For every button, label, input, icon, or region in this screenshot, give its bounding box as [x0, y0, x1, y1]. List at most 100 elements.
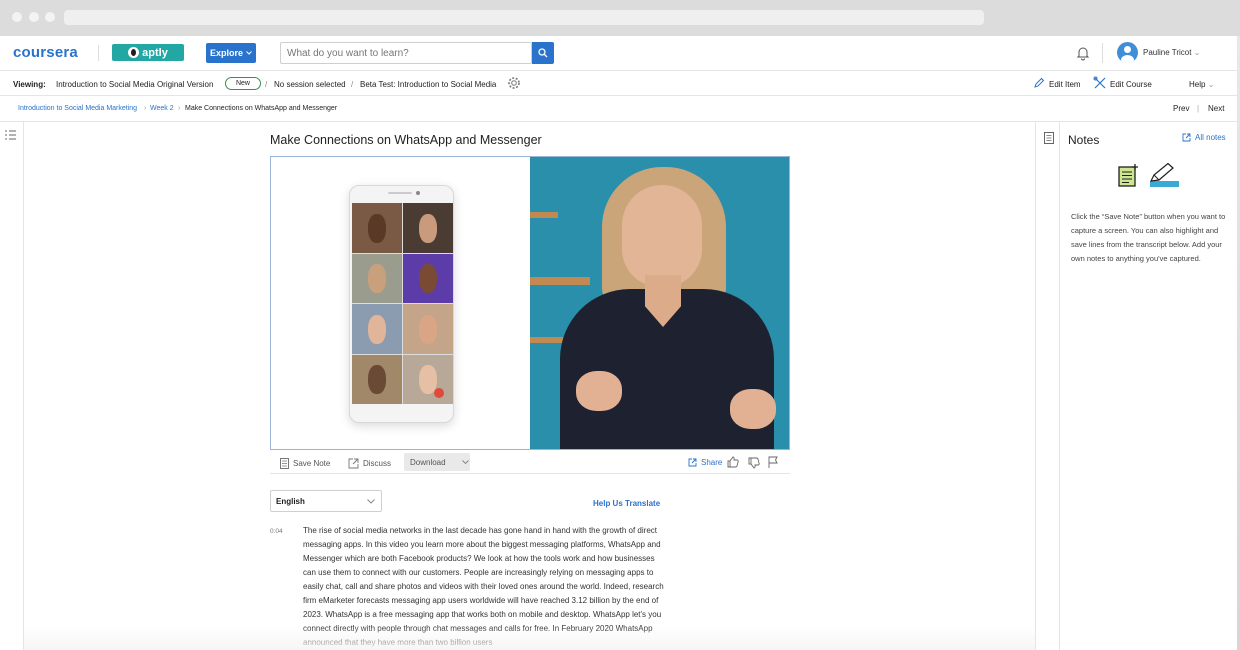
phone-illustration [349, 185, 454, 423]
search-input[interactable]: What do you want to learn? [280, 42, 532, 64]
chevron-down-icon [246, 51, 252, 55]
call-tile [352, 304, 402, 354]
save-note-button[interactable]: Save Note [280, 458, 330, 469]
avatar-icon[interactable] [1117, 42, 1138, 63]
breadcrumb-separator: › [144, 105, 147, 112]
video-phone-panel [271, 157, 530, 449]
external-link-icon [688, 458, 697, 467]
edit-icon [1034, 77, 1045, 88]
language-value: English [276, 496, 305, 506]
call-tile [352, 253, 402, 303]
shelf [530, 212, 558, 218]
help-label: Help [1189, 80, 1206, 89]
discuss-button[interactable]: Discuss [348, 458, 391, 469]
user-name: Pauline Tricot [1143, 48, 1192, 57]
page-title: Make Connections on WhatsApp and Messeng… [270, 133, 542, 147]
breadcrumb-current: Make Connections on WhatsApp and Messeng… [185, 105, 338, 112]
top-header: coursera aptly Explore What do you want … [0, 36, 1240, 71]
explore-label: Explore [209, 48, 243, 58]
all-notes-link[interactable]: All notes [1182, 133, 1226, 142]
bell-icon[interactable] [1075, 45, 1091, 61]
coursera-logo[interactable]: coursera [13, 44, 78, 61]
video-call-grid [352, 203, 453, 404]
new-badge: New [225, 77, 261, 90]
divider [98, 45, 99, 61]
list-icon[interactable] [5, 130, 16, 140]
phone-camera [416, 191, 420, 195]
aptly-ring-icon [128, 47, 140, 58]
call-tile [403, 304, 453, 354]
prev-link[interactable]: Prev [1173, 104, 1189, 113]
bottom-fade [24, 626, 1035, 650]
window-close-dot[interactable] [12, 12, 22, 22]
notes-help-text: Click the “Save Note” button when you wa… [1071, 212, 1226, 263]
search-icon [538, 48, 548, 58]
edit-course-link[interactable]: Edit Course [1110, 80, 1152, 89]
gear-icon[interactable] [507, 76, 521, 90]
call-tile [403, 203, 453, 253]
notes-rail [1035, 122, 1060, 650]
call-tile [403, 354, 453, 404]
speaker-face [622, 185, 702, 287]
document-icon[interactable] [1044, 132, 1054, 144]
breadcrumb-week[interactable]: Week 2 [150, 105, 174, 112]
search-button[interactable] [532, 42, 554, 64]
speaker-hand [576, 371, 622, 411]
download-dropdown[interactable]: Download [404, 453, 470, 471]
phone-speaker [388, 192, 412, 194]
tools-icon [1093, 76, 1106, 89]
call-tile [352, 354, 402, 404]
slash-separator: / [351, 80, 354, 89]
course-version-link[interactable]: Introduction to Social Media Original Ve… [56, 80, 213, 89]
divider [1102, 43, 1103, 63]
slash-separator: / [265, 80, 268, 89]
search-placeholder: What do you want to learn? [287, 47, 409, 59]
share-label: Share [701, 458, 723, 467]
user-menu[interactable]: Pauline Tricot ⌄ [1143, 48, 1200, 57]
transcript-timestamp[interactable]: 0:04 [270, 528, 283, 535]
external-link-icon [1182, 133, 1191, 142]
chevron-down-icon: ⌄ [1193, 48, 1201, 57]
save-note-label: Save Note [293, 459, 331, 468]
video-player[interactable] [270, 156, 790, 450]
aptly-logo: aptly [112, 44, 184, 61]
thumbs-down-icon[interactable] [748, 457, 760, 469]
flag-icon[interactable] [768, 456, 779, 468]
end-call-icon [434, 388, 444, 398]
chevron-down-icon [461, 460, 469, 464]
call-tile [352, 203, 402, 253]
viewing-label: Viewing: [13, 80, 46, 89]
share-button[interactable]: Share [688, 458, 722, 467]
all-notes-label: All notes [1195, 133, 1226, 142]
session-selector[interactable]: No session selected [274, 80, 346, 89]
beta-test-link[interactable]: Beta Test: Introduction to Social Media [360, 80, 496, 89]
breadcrumb-course[interactable]: Introduction to Social Media Marketing [18, 105, 137, 112]
address-bar[interactable] [64, 10, 984, 25]
video-toolbar: Save Note Discuss Download Share [270, 450, 790, 474]
video-speaker-panel [530, 157, 789, 449]
window-minimize-dot[interactable] [29, 12, 39, 22]
language-select[interactable]: English [270, 490, 382, 512]
download-label: Download [410, 457, 446, 467]
external-link-icon [348, 458, 359, 469]
highlight-pen-icon[interactable] [1148, 163, 1180, 189]
note-icon [280, 458, 289, 469]
help-translate-link[interactable]: Help Us Translate [593, 499, 660, 508]
viewing-bar: Viewing: Introduction to Social Media Or… [0, 71, 1240, 96]
next-link[interactable]: Next [1208, 104, 1224, 113]
edit-item-link[interactable]: Edit Item [1049, 80, 1081, 89]
note-add-icon[interactable] [1117, 163, 1139, 187]
speaker-hand [730, 389, 776, 429]
window-maximize-dot[interactable] [45, 12, 55, 22]
thumbs-up-icon[interactable] [727, 456, 739, 468]
discuss-label: Discuss [363, 459, 392, 468]
chevron-down-icon: ⌄ [1207, 80, 1215, 89]
shelf [530, 277, 590, 285]
help-menu[interactable]: Help ⌄ [1189, 80, 1214, 89]
browser-chrome [0, 0, 1240, 36]
left-rail [0, 122, 24, 650]
aptly-label: aptly [142, 46, 168, 59]
nav-divider: | [1197, 104, 1200, 113]
explore-button[interactable]: Explore [206, 43, 256, 63]
chevron-down-icon [367, 499, 375, 504]
